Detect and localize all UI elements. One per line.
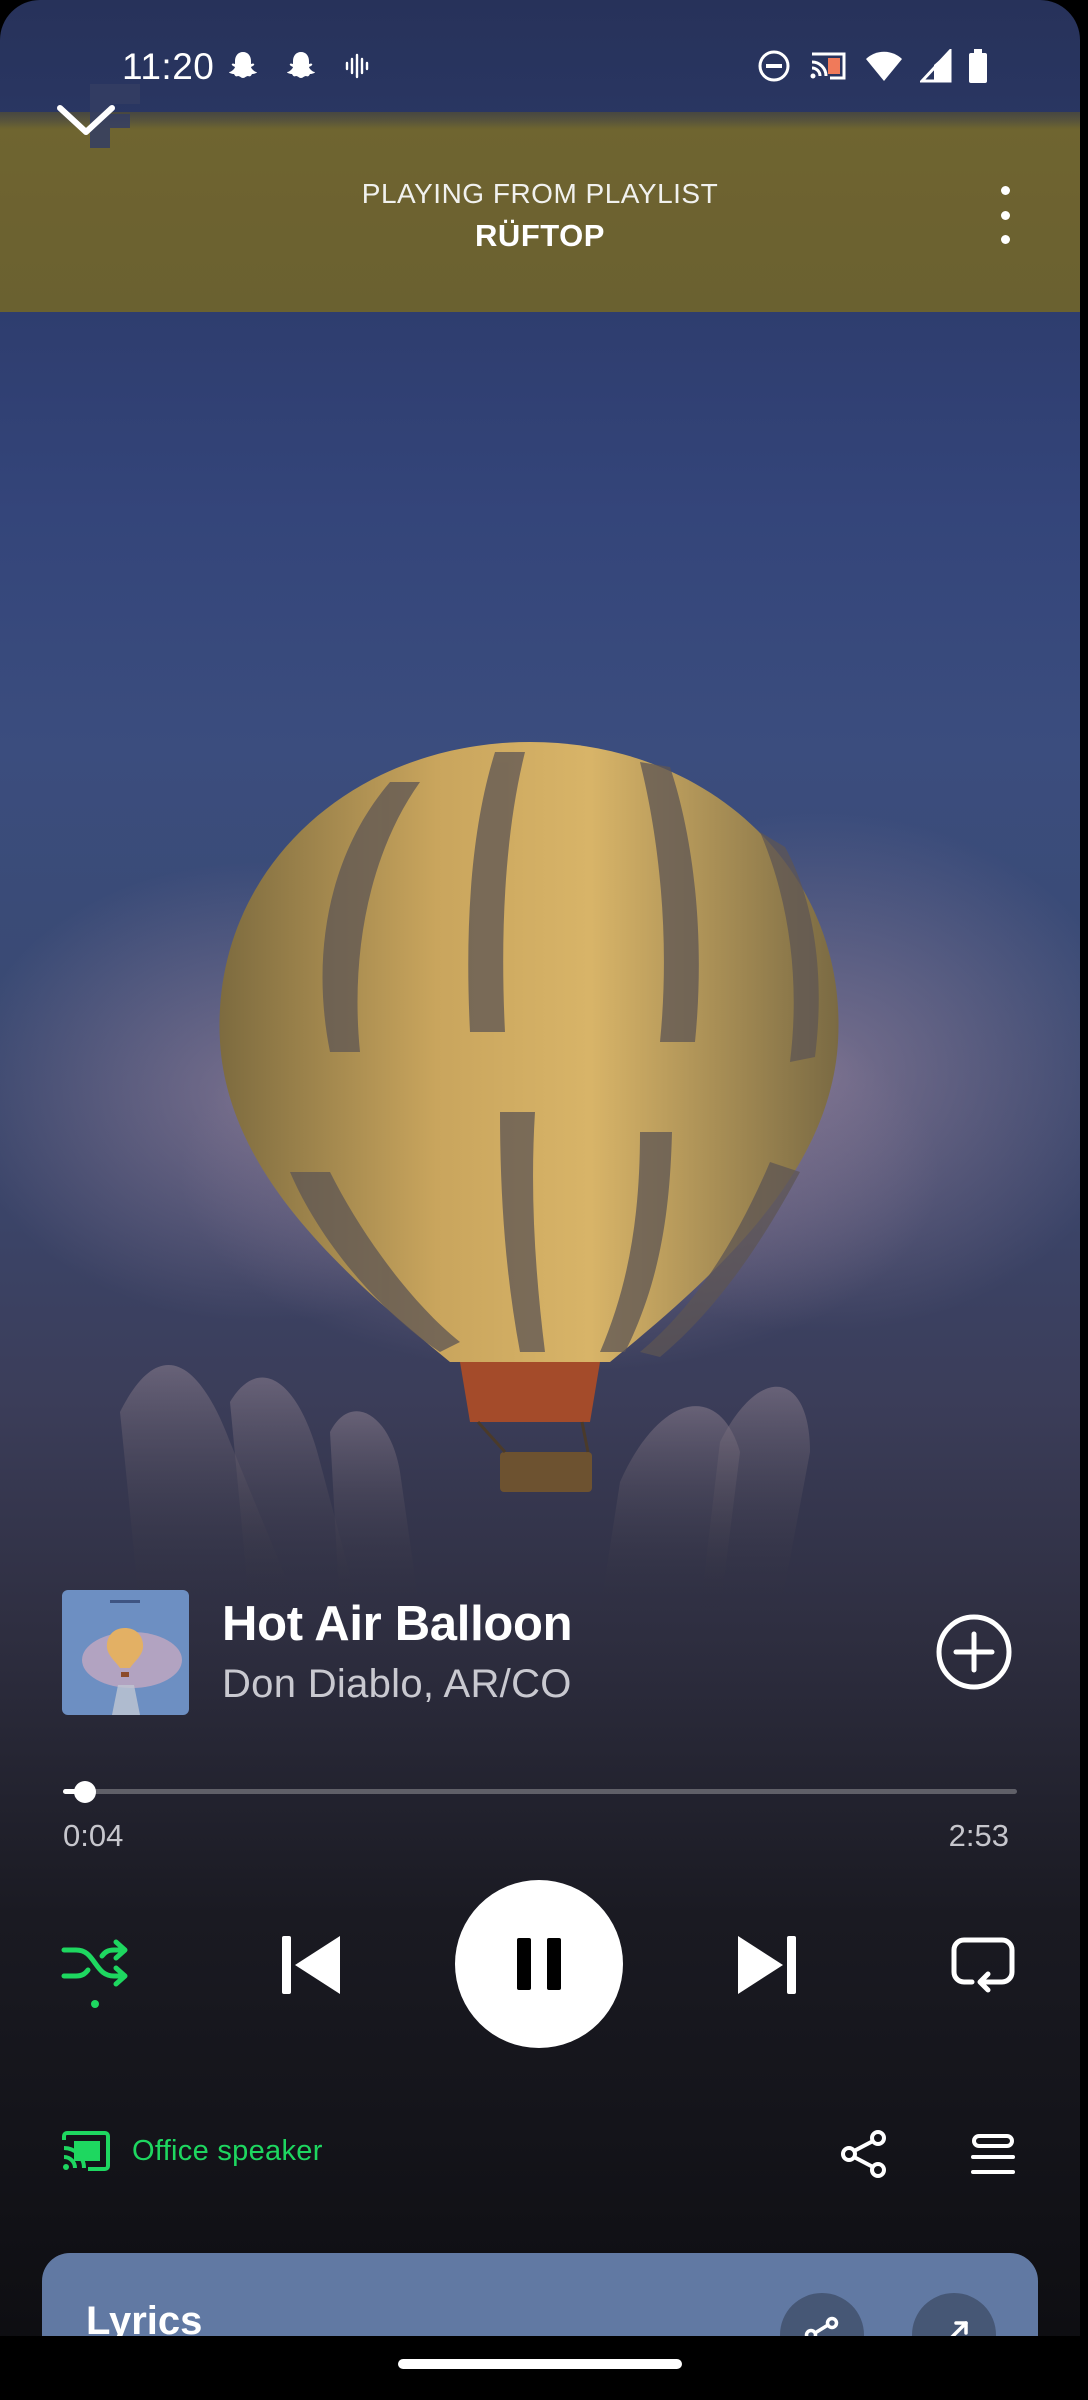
skip-next-icon <box>738 1936 796 1994</box>
home-gesture-bar[interactable] <box>398 2359 682 2369</box>
collapse-player-button[interactable] <box>52 72 162 152</box>
lyrics-title: Lyrics <box>86 2299 203 2336</box>
now-playing-screen: 11:20 PLAYING FROM PLAYLIST RÜFTOP Hot A… <box>0 0 1080 2336</box>
queue-button[interactable] <box>970 2133 1016 2177</box>
add-circle-icon <box>936 1614 1012 1690</box>
pause-icon <box>517 1938 561 1990</box>
album-artwork <box>0 742 1080 1612</box>
shuffle-icon <box>61 1939 128 2008</box>
cellular-signal-icon <box>920 49 952 83</box>
track-artist[interactable]: Don Diablo, AR/CO <box>222 1662 572 1707</box>
status-system-icons <box>756 48 988 84</box>
more-vertical-icon <box>1000 186 1010 195</box>
snapchat-icon <box>229 52 257 78</box>
elapsed-time: 0:04 <box>63 1818 124 1853</box>
device-label: Office speaker <box>132 2134 323 2167</box>
pause-button[interactable] <box>455 1880 623 2048</box>
shuffle-button[interactable] <box>58 1930 132 2010</box>
previous-track-button[interactable] <box>276 1930 346 2000</box>
album-thumbnail-image <box>62 1590 189 1715</box>
status-bar: 11:20 <box>0 0 1080 110</box>
skip-previous-icon <box>282 1936 340 1994</box>
share-icon <box>804 2316 839 2336</box>
expand-icon <box>950 2321 968 2336</box>
progress-bar[interactable] <box>63 1781 1017 1803</box>
status-notification-icons <box>225 48 373 84</box>
add-to-library-button[interactable] <box>935 1613 1013 1691</box>
total-time: 2:53 <box>948 1818 1009 1853</box>
cast-icon <box>810 52 846 80</box>
lyrics-card[interactable]: Lyrics <box>42 2253 1038 2336</box>
lyrics-share-button[interactable] <box>780 2293 864 2336</box>
repeat-button[interactable] <box>950 1932 1016 1994</box>
album-thumbnail[interactable] <box>62 1590 189 1715</box>
progress-handle[interactable] <box>73 1781 96 1803</box>
share-button[interactable] <box>838 2128 890 2180</box>
lyrics-expand-button[interactable] <box>912 2293 996 2336</box>
repeat-icon <box>951 1937 1015 1993</box>
header-bar <box>0 112 1080 312</box>
voice-recorder-icon <box>345 53 369 79</box>
playing-context-label: PLAYING FROM PLAYLIST <box>361 178 719 209</box>
next-track-button[interactable] <box>732 1930 802 2000</box>
wifi-icon <box>866 51 902 81</box>
share-icon <box>841 2130 886 2178</box>
queue-icon <box>971 2134 1015 2174</box>
battery-icon <box>969 49 987 83</box>
connected-device-button[interactable]: Office speaker <box>60 2130 323 2172</box>
track-title[interactable]: Hot Air Balloon <box>222 1596 573 1652</box>
cast-connected-icon <box>62 2131 110 2171</box>
snapchat-icon <box>287 52 315 78</box>
playlist-name[interactable]: RÜFTOP <box>0 218 1080 254</box>
do-not-disturb-icon <box>758 50 790 82</box>
chevron-down-icon <box>57 84 140 148</box>
more-options-button[interactable] <box>990 186 1020 244</box>
